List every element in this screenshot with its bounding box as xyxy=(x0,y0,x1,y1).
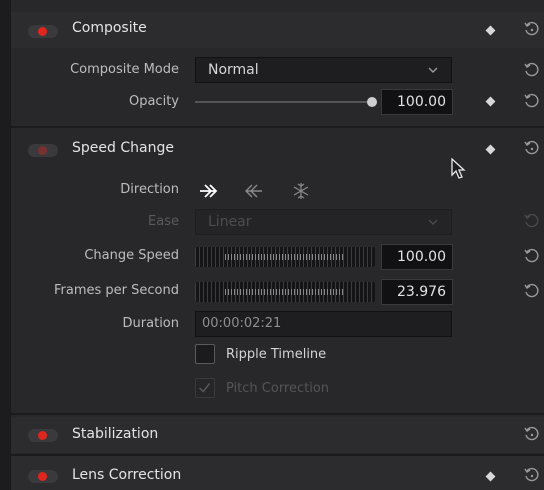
stabilization-title: Stabilization xyxy=(72,426,159,442)
scrubber-ticks xyxy=(225,254,345,260)
duration-field[interactable]: 00:00:02:21 xyxy=(195,311,452,337)
toggle-dot xyxy=(38,27,47,36)
reset-icon[interactable] xyxy=(523,93,539,109)
change-speed-value-field[interactable]: 100.00 xyxy=(381,244,453,270)
reset-icon[interactable] xyxy=(523,467,539,483)
reset-icon[interactable] xyxy=(523,248,539,264)
direction-label: Direction xyxy=(120,182,179,197)
reset-icon[interactable] xyxy=(523,213,539,229)
change-speed-scrubber[interactable] xyxy=(195,247,375,267)
toggle-dot xyxy=(38,431,47,440)
fps-value-field[interactable]: 23.976 xyxy=(381,279,453,305)
speed-change-title: Speed Change xyxy=(72,140,174,156)
duration-label: Duration xyxy=(122,316,179,331)
section-divider xyxy=(11,126,544,128)
fps-scrubber[interactable] xyxy=(195,282,375,302)
fps-label: Frames per Second xyxy=(54,283,179,298)
lens-correction-toggle[interactable] xyxy=(28,470,58,483)
pitch-correction-label: Pitch Correction xyxy=(226,381,330,396)
toggle-dot xyxy=(38,146,47,155)
mouse-cursor-icon xyxy=(451,158,466,179)
ripple-timeline-label: Ripple Timeline xyxy=(226,347,327,362)
composite-toggle[interactable] xyxy=(28,25,58,38)
freeze-icon[interactable] xyxy=(289,181,313,201)
reset-icon[interactable] xyxy=(523,21,539,37)
reset-icon[interactable] xyxy=(523,283,539,299)
opacity-slider[interactable] xyxy=(195,101,375,103)
section-divider xyxy=(11,413,544,415)
composite-mode-label: Composite Mode xyxy=(70,62,179,77)
forward-icon[interactable] xyxy=(197,181,221,201)
change-speed-value: 100.00 xyxy=(397,249,446,265)
toggle-dot xyxy=(38,472,47,481)
lens-correction-title: Lens Correction xyxy=(72,467,182,483)
composite-mode-value: Normal xyxy=(208,62,259,78)
inspector-panel: Composite Composite Mode Normal Opacity … xyxy=(10,0,544,490)
composite-title: Composite xyxy=(72,20,147,36)
ease-dropdown[interactable]: Linear xyxy=(195,209,452,235)
duration-value: 00:00:02:21 xyxy=(202,316,282,331)
composite-mode-dropdown[interactable]: Normal xyxy=(195,57,452,83)
keyframe-diamond-icon[interactable] xyxy=(485,144,496,155)
chevron-down-icon xyxy=(428,67,438,73)
opacity-slider-handle[interactable] xyxy=(367,97,377,107)
scrubber-ticks xyxy=(225,289,345,295)
stabilization-toggle[interactable] xyxy=(28,429,58,442)
ripple-timeline-checkbox[interactable] xyxy=(195,344,215,364)
opacity-label: Opacity xyxy=(128,94,179,109)
keyframe-diamond-icon[interactable] xyxy=(485,96,496,107)
ease-value: Linear xyxy=(208,214,252,230)
reset-icon[interactable] xyxy=(523,426,539,442)
ease-label: Ease xyxy=(148,214,179,229)
fps-value: 23.976 xyxy=(397,284,446,300)
opacity-value-field[interactable]: 100.00 xyxy=(381,89,453,115)
chevron-down-icon xyxy=(428,219,438,225)
checkmark-icon xyxy=(199,383,211,393)
reverse-icon[interactable] xyxy=(241,181,265,201)
reset-icon[interactable] xyxy=(523,62,539,78)
opacity-value: 100.00 xyxy=(397,94,446,110)
speed-change-toggle[interactable] xyxy=(28,144,58,157)
pitch-correction-checkbox[interactable] xyxy=(195,378,215,398)
change-speed-label: Change Speed xyxy=(84,248,179,263)
reset-icon[interactable] xyxy=(523,140,539,156)
